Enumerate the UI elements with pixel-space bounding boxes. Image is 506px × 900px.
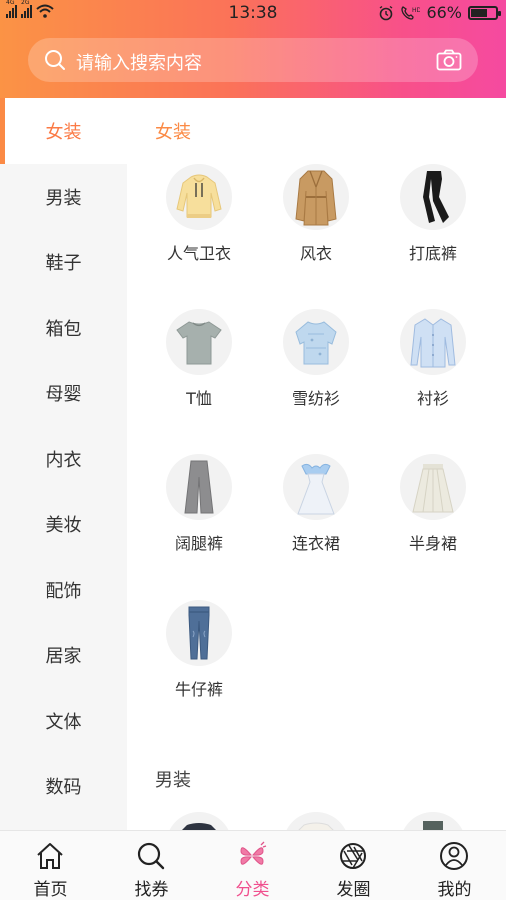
category-item[interactable]: 打底裤 (378, 164, 488, 274)
sidebar-item-mens[interactable]: 男装 (0, 164, 127, 230)
sidebar-item-womens[interactable]: 女装 (0, 98, 127, 164)
status-right: HD 66% (378, 3, 501, 22)
bottom-tab-bar: 首页 找券 分类 发圈 我的 (0, 830, 506, 900)
tab-label: 发圈 (336, 880, 371, 900)
category-item[interactable] (378, 812, 488, 830)
battery-fill (471, 8, 487, 17)
category-label: 雪纺衫 (291, 389, 340, 408)
jeans-icon (166, 600, 232, 666)
category-sidebar: 女装 男装 鞋子 箱包 母婴 内衣 美妆 配饰 居家 文体 数码 (0, 98, 127, 830)
tab-label: 我的 (437, 880, 472, 900)
chiffon-blouse-icon (283, 309, 349, 375)
section-title-womens: 女装 (155, 122, 191, 143)
category-item[interactable]: 人气卫衣 (144, 164, 254, 274)
category-item[interactable]: 连衣裙 (261, 454, 371, 564)
sidebar-item-accessories[interactable]: 配饰 (0, 557, 127, 623)
category-label: 连衣裙 (291, 534, 340, 553)
mens-item-thumb (166, 812, 232, 830)
mens-item-thumb (283, 812, 349, 830)
category-label: 人气卫衣 (166, 244, 231, 263)
skirt-icon (400, 454, 466, 520)
category-label: 衬衫 (416, 389, 449, 408)
category-icon (240, 841, 267, 865)
shirt-icon (400, 309, 466, 375)
sidebar-item-shoes[interactable]: 鞋子 (0, 229, 127, 295)
tshirt-icon (166, 309, 232, 375)
sidebar-item-underwear[interactable]: 内衣 (0, 426, 127, 492)
mens-item-thumb (400, 812, 466, 830)
sidebar-item-home[interactable]: 居家 (0, 622, 127, 688)
sidebar-item-stationery[interactable]: 文体 (0, 688, 127, 754)
tab-category[interactable]: 分类 (202, 831, 303, 900)
category-content: 女装 人气卫衣 风衣 打底裤 T恤 雪纺衫 衬衫 阔腿裤 连衣裙 半身裙 牛仔裤… (127, 98, 506, 830)
sidebar-item-bags[interactable]: 箱包 (0, 295, 127, 361)
svg-text:HD: HD (412, 7, 420, 14)
tab-coupons[interactable]: 找券 (101, 831, 202, 900)
sidebar-item-beauty[interactable]: 美妆 (0, 491, 127, 557)
aperture-icon (340, 843, 366, 869)
category-item[interactable]: 雪纺衫 (261, 309, 371, 419)
category-item[interactable] (144, 812, 254, 830)
hoodie-icon (166, 164, 232, 230)
tab-home[interactable]: 首页 (0, 831, 101, 900)
dress-icon (283, 454, 349, 520)
category-item[interactable]: 半身裙 (378, 454, 488, 564)
wide-leg-pants-icon (166, 454, 232, 520)
battery-icon (468, 5, 501, 20)
profile-icon (440, 842, 468, 870)
category-item[interactable]: 衬衫 (378, 309, 488, 419)
search-input[interactable]: 请输入搜索内容 (76, 49, 202, 75)
category-label: 牛仔裤 (174, 680, 223, 699)
tab-label: 分类 (235, 880, 270, 900)
category-item[interactable]: 牛仔裤 (144, 600, 254, 710)
battery-percent: 66% (426, 3, 462, 22)
tab-moments[interactable]: 发圈 (303, 831, 404, 900)
header: 4G 2G 13:38 HD 66% 请输入搜索内容 (0, 0, 506, 98)
sidebar-item-baby[interactable]: 母婴 (0, 360, 127, 426)
category-label: 阔腿裤 (174, 534, 223, 553)
search-bar[interactable]: 请输入搜索内容 (28, 38, 478, 82)
search-coupon-icon (137, 842, 165, 870)
category-item[interactable]: 阔腿裤 (144, 454, 254, 564)
category-label: 风衣 (299, 244, 332, 263)
trench-coat-icon (283, 164, 349, 230)
search-icon (45, 50, 65, 70)
home-icon (37, 843, 63, 869)
sidebar-item-digital[interactable]: 数码 (0, 753, 127, 819)
category-label: 打底裤 (408, 244, 457, 263)
tab-profile[interactable]: 我的 (404, 831, 505, 900)
hd-call-icon: HD (401, 5, 420, 20)
tab-label: 找券 (134, 880, 169, 900)
camera-icon[interactable] (436, 49, 462, 71)
category-item[interactable]: 风衣 (261, 164, 371, 274)
category-item[interactable]: T恤 (144, 309, 254, 419)
category-item[interactable] (261, 812, 371, 830)
status-bar: 4G 2G 13:38 HD 66% (0, 0, 506, 28)
leggings-icon (400, 164, 466, 230)
category-label: 半身裙 (408, 534, 457, 553)
category-label: T恤 (186, 389, 212, 408)
section-title-mens: 男装 (155, 770, 191, 791)
tab-label: 首页 (33, 880, 68, 900)
alarm-icon (380, 5, 393, 20)
